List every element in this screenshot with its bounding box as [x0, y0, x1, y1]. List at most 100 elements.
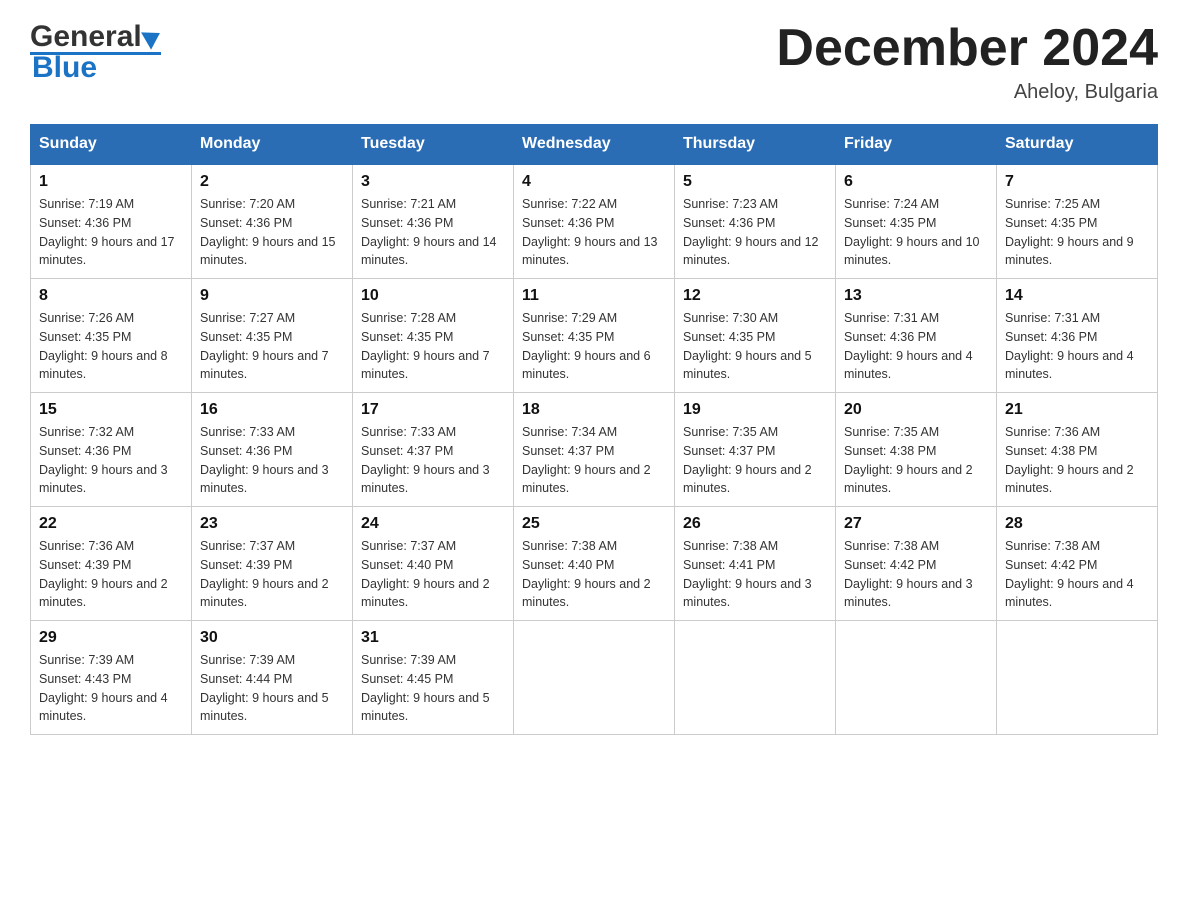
day-number: 26: [683, 515, 827, 533]
day-info: Sunrise: 7:29 AMSunset: 4:35 PMDaylight:…: [522, 309, 666, 384]
calendar-cell: 15 Sunrise: 7:32 AMSunset: 4:36 PMDaylig…: [31, 393, 192, 507]
logo-text-eneral: eneral: [53, 20, 141, 54]
col-header-wednesday: Wednesday: [514, 125, 675, 165]
day-info: Sunrise: 7:21 AMSunset: 4:36 PMDaylight:…: [361, 195, 505, 270]
calendar-cell: 16 Sunrise: 7:33 AMSunset: 4:36 PMDaylig…: [192, 393, 353, 507]
calendar-cell: 20 Sunrise: 7:35 AMSunset: 4:38 PMDaylig…: [836, 393, 997, 507]
day-number: 18: [522, 401, 666, 419]
col-header-sunday: Sunday: [31, 125, 192, 165]
calendar-week-row: 8 Sunrise: 7:26 AMSunset: 4:35 PMDayligh…: [31, 279, 1158, 393]
day-number: 10: [361, 287, 505, 305]
day-info: Sunrise: 7:24 AMSunset: 4:35 PMDaylight:…: [844, 195, 988, 270]
col-header-monday: Monday: [192, 125, 353, 165]
day-info: Sunrise: 7:37 AMSunset: 4:39 PMDaylight:…: [200, 537, 344, 612]
day-number: 24: [361, 515, 505, 533]
logo: G eneral Blue: [30, 20, 161, 85]
day-info: Sunrise: 7:20 AMSunset: 4:36 PMDaylight:…: [200, 195, 344, 270]
calendar-cell: 11 Sunrise: 7:29 AMSunset: 4:35 PMDaylig…: [514, 279, 675, 393]
calendar-table: SundayMondayTuesdayWednesdayThursdayFrid…: [30, 124, 1158, 735]
calendar-cell: 12 Sunrise: 7:30 AMSunset: 4:35 PMDaylig…: [675, 279, 836, 393]
calendar-cell: 2 Sunrise: 7:20 AMSunset: 4:36 PMDayligh…: [192, 164, 353, 279]
calendar-cell: 30 Sunrise: 7:39 AMSunset: 4:44 PMDaylig…: [192, 621, 353, 735]
calendar-cell: [997, 621, 1158, 735]
day-info: Sunrise: 7:26 AMSunset: 4:35 PMDaylight:…: [39, 309, 183, 384]
calendar-cell: 14 Sunrise: 7:31 AMSunset: 4:36 PMDaylig…: [997, 279, 1158, 393]
calendar-cell: 26 Sunrise: 7:38 AMSunset: 4:41 PMDaylig…: [675, 507, 836, 621]
day-info: Sunrise: 7:33 AMSunset: 4:37 PMDaylight:…: [361, 423, 505, 498]
day-number: 17: [361, 401, 505, 419]
calendar-cell: 1 Sunrise: 7:19 AMSunset: 4:36 PMDayligh…: [31, 164, 192, 279]
day-number: 1: [39, 173, 183, 191]
calendar-cell: 31 Sunrise: 7:39 AMSunset: 4:45 PMDaylig…: [353, 621, 514, 735]
day-number: 8: [39, 287, 183, 305]
day-number: 12: [683, 287, 827, 305]
logo-text-g: G: [30, 20, 53, 54]
day-number: 23: [200, 515, 344, 533]
calendar-cell: 29 Sunrise: 7:39 AMSunset: 4:43 PMDaylig…: [31, 621, 192, 735]
day-info: Sunrise: 7:39 AMSunset: 4:44 PMDaylight:…: [200, 651, 344, 726]
location: Aheloy, Bulgaria: [776, 81, 1158, 104]
calendar-week-row: 1 Sunrise: 7:19 AMSunset: 4:36 PMDayligh…: [31, 164, 1158, 279]
day-info: Sunrise: 7:25 AMSunset: 4:35 PMDaylight:…: [1005, 195, 1149, 270]
calendar-cell: [675, 621, 836, 735]
day-number: 14: [1005, 287, 1149, 305]
calendar-cell: 13 Sunrise: 7:31 AMSunset: 4:36 PMDaylig…: [836, 279, 997, 393]
day-number: 28: [1005, 515, 1149, 533]
day-number: 19: [683, 401, 827, 419]
day-info: Sunrise: 7:37 AMSunset: 4:40 PMDaylight:…: [361, 537, 505, 612]
calendar-cell: [514, 621, 675, 735]
day-info: Sunrise: 7:39 AMSunset: 4:43 PMDaylight:…: [39, 651, 183, 726]
day-number: 5: [683, 173, 827, 191]
day-number: 27: [844, 515, 988, 533]
col-header-thursday: Thursday: [675, 125, 836, 165]
col-header-friday: Friday: [836, 125, 997, 165]
day-number: 6: [844, 173, 988, 191]
day-number: 21: [1005, 401, 1149, 419]
col-header-tuesday: Tuesday: [353, 125, 514, 165]
day-number: 3: [361, 173, 505, 191]
calendar-cell: 23 Sunrise: 7:37 AMSunset: 4:39 PMDaylig…: [192, 507, 353, 621]
day-info: Sunrise: 7:38 AMSunset: 4:40 PMDaylight:…: [522, 537, 666, 612]
day-info: Sunrise: 7:35 AMSunset: 4:38 PMDaylight:…: [844, 423, 988, 498]
day-info: Sunrise: 7:34 AMSunset: 4:37 PMDaylight:…: [522, 423, 666, 498]
header: G eneral Blue December 2024 Aheloy, Bulg…: [30, 20, 1158, 104]
logo-arrow-icon: [141, 24, 165, 49]
calendar-cell: 5 Sunrise: 7:23 AMSunset: 4:36 PMDayligh…: [675, 164, 836, 279]
day-info: Sunrise: 7:22 AMSunset: 4:36 PMDaylight:…: [522, 195, 666, 270]
day-number: 7: [1005, 173, 1149, 191]
calendar-header-row: SundayMondayTuesdayWednesdayThursdayFrid…: [31, 125, 1158, 165]
calendar-cell: 17 Sunrise: 7:33 AMSunset: 4:37 PMDaylig…: [353, 393, 514, 507]
day-info: Sunrise: 7:36 AMSunset: 4:39 PMDaylight:…: [39, 537, 183, 612]
calendar-cell: 6 Sunrise: 7:24 AMSunset: 4:35 PMDayligh…: [836, 164, 997, 279]
day-number: 13: [844, 287, 988, 305]
day-info: Sunrise: 7:35 AMSunset: 4:37 PMDaylight:…: [683, 423, 827, 498]
day-number: 15: [39, 401, 183, 419]
day-info: Sunrise: 7:19 AMSunset: 4:36 PMDaylight:…: [39, 195, 183, 270]
day-number: 2: [200, 173, 344, 191]
day-info: Sunrise: 7:38 AMSunset: 4:42 PMDaylight:…: [1005, 537, 1149, 612]
calendar-cell: 28 Sunrise: 7:38 AMSunset: 4:42 PMDaylig…: [997, 507, 1158, 621]
day-info: Sunrise: 7:38 AMSunset: 4:42 PMDaylight:…: [844, 537, 988, 612]
day-number: 29: [39, 629, 183, 647]
day-info: Sunrise: 7:28 AMSunset: 4:35 PMDaylight:…: [361, 309, 505, 384]
calendar-cell: 25 Sunrise: 7:38 AMSunset: 4:40 PMDaylig…: [514, 507, 675, 621]
calendar-cell: [836, 621, 997, 735]
calendar-cell: 4 Sunrise: 7:22 AMSunset: 4:36 PMDayligh…: [514, 164, 675, 279]
calendar-week-row: 22 Sunrise: 7:36 AMSunset: 4:39 PMDaylig…: [31, 507, 1158, 621]
day-info: Sunrise: 7:30 AMSunset: 4:35 PMDaylight:…: [683, 309, 827, 384]
calendar-cell: 24 Sunrise: 7:37 AMSunset: 4:40 PMDaylig…: [353, 507, 514, 621]
day-info: Sunrise: 7:38 AMSunset: 4:41 PMDaylight:…: [683, 537, 827, 612]
day-number: 16: [200, 401, 344, 419]
logo-text-blue: Blue: [30, 51, 161, 85]
day-number: 9: [200, 287, 344, 305]
calendar-cell: 27 Sunrise: 7:38 AMSunset: 4:42 PMDaylig…: [836, 507, 997, 621]
day-number: 11: [522, 287, 666, 305]
day-number: 20: [844, 401, 988, 419]
day-info: Sunrise: 7:32 AMSunset: 4:36 PMDaylight:…: [39, 423, 183, 498]
day-info: Sunrise: 7:36 AMSunset: 4:38 PMDaylight:…: [1005, 423, 1149, 498]
calendar-cell: 18 Sunrise: 7:34 AMSunset: 4:37 PMDaylig…: [514, 393, 675, 507]
day-number: 31: [361, 629, 505, 647]
calendar-cell: 19 Sunrise: 7:35 AMSunset: 4:37 PMDaylig…: [675, 393, 836, 507]
calendar-week-row: 29 Sunrise: 7:39 AMSunset: 4:43 PMDaylig…: [31, 621, 1158, 735]
calendar-cell: 10 Sunrise: 7:28 AMSunset: 4:35 PMDaylig…: [353, 279, 514, 393]
